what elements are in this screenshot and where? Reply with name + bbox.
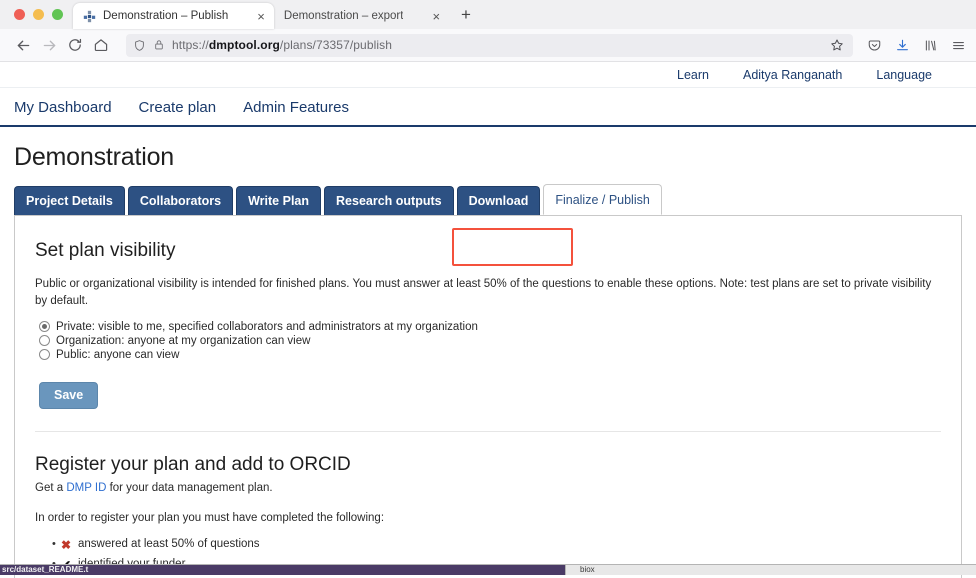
background-app-tab-readme[interactable]: src/dataset_README.t [0, 564, 565, 575]
dmptool-logo-icon [83, 10, 96, 22]
radio-label-private[interactable]: Private: visible to me, specified collab… [56, 321, 478, 333]
radio-option-public[interactable]: Public: anyone can view [39, 348, 941, 362]
main-nav: My Dashboard Create plan Admin Features [0, 88, 976, 127]
plan-tab-bar: Project Details Collaborators Write Plan… [0, 182, 976, 215]
orcid-heading: Register your plan and add to ORCID [35, 453, 351, 475]
toplink-language[interactable]: Language [876, 68, 932, 82]
radio-option-private[interactable]: Private: visible to me, specified collab… [39, 320, 941, 334]
toplink-user-account[interactable]: Aditya Ranganath [743, 68, 842, 82]
radio-label-organization[interactable]: Organization: anyone at my organization … [56, 335, 310, 347]
browser-tab-title: Demonstration – export [283, 10, 404, 22]
back-icon[interactable] [10, 32, 36, 58]
utility-nav: Learn Aditya Ranganath Language [0, 62, 976, 88]
library-icon[interactable] [923, 38, 938, 53]
forward-icon[interactable] [36, 32, 62, 58]
tab-research-outputs[interactable]: Research outputs [324, 186, 454, 215]
download-icon[interactable] [895, 38, 910, 53]
orcid-lead-prefix: Get a [35, 481, 67, 494]
star-icon[interactable] [830, 38, 846, 52]
tab-write-plan[interactable]: Write Plan [236, 186, 322, 215]
radio-button-organization[interactable] [39, 335, 50, 346]
nav-create-plan[interactable]: Create plan [139, 99, 217, 116]
dmp-id-link[interactable]: DMP ID [66, 482, 106, 494]
tab-download[interactable]: Download [456, 186, 541, 215]
visibility-radio-group: Private: visible to me, specified collab… [35, 320, 941, 362]
cross-icon: ✖ [61, 538, 72, 553]
browser-tab-publish[interactable]: Demonstration – Publish × [73, 3, 274, 29]
background-app-strip: src/dataset_README.t biox [0, 564, 976, 575]
browser-window: Demonstration – Publish × Demonstration … [0, 0, 976, 578]
visibility-description: Public or organizational visibility is i… [35, 278, 932, 308]
url-bar[interactable]: https://dmptool.org/plans/73357/publish [126, 33, 853, 57]
checklist-item: ✖ answered at least 50% of questions [52, 535, 941, 555]
radio-button-public[interactable] [39, 349, 50, 360]
home-icon[interactable] [88, 32, 114, 58]
shield-icon [133, 39, 146, 52]
pocket-icon[interactable] [867, 38, 882, 53]
new-tab-button[interactable]: + [449, 6, 481, 29]
radio-label-public[interactable]: Public: anyone can view [56, 349, 179, 361]
browser-tab-export[interactable]: Demonstration – export × [274, 3, 449, 29]
nav-admin-features[interactable]: Admin Features [243, 99, 349, 116]
lock-icon [153, 39, 165, 51]
background-app-tab-biox[interactable]: biox [565, 564, 976, 575]
radio-button-private[interactable] [39, 321, 50, 332]
minimize-window-button[interactable] [33, 9, 44, 20]
save-button[interactable]: Save [39, 381, 99, 409]
page-title: Demonstration [14, 143, 174, 171]
toplink-learn[interactable]: Learn [677, 68, 709, 82]
close-window-button[interactable] [14, 9, 25, 20]
orcid-lead: Get a DMP ID for your data management pl… [35, 480, 941, 498]
browser-tab-strip: Demonstration – Publish × Demonstration … [0, 0, 976, 29]
radio-option-organization[interactable]: Organization: anyone at my organization … [39, 334, 941, 348]
nav-my-dashboard[interactable]: My Dashboard [14, 99, 112, 116]
close-tab-button[interactable]: × [432, 10, 440, 23]
page-content: Learn Aditya Ranganath Language My Dashb… [0, 62, 976, 578]
tab-project-details[interactable]: Project Details [14, 186, 125, 215]
orcid-lead-suffix: for your data management plan. [106, 481, 273, 494]
browser-toolbar-icons [861, 38, 966, 53]
finalize-publish-panel: Set plan visibility Public or organizati… [14, 215, 962, 578]
orcid-intro: In order to register your plan you must … [35, 512, 385, 525]
tab-finalize-publish[interactable]: Finalize / Publish [543, 184, 662, 215]
tab-collaborators[interactable]: Collaborators [127, 186, 234, 215]
browser-nav-bar: https://dmptool.org/plans/73357/publish [0, 29, 976, 62]
menu-icon[interactable] [951, 38, 966, 53]
browser-tab-title: Demonstration – Publish [103, 10, 229, 22]
set-plan-visibility-heading: Set plan visibility [35, 240, 176, 261]
reload-icon[interactable] [62, 32, 88, 58]
window-controls [8, 9, 73, 29]
url-text: https://dmptool.org/plans/73357/publish [172, 38, 393, 52]
maximize-window-button[interactable] [52, 9, 63, 20]
close-tab-button[interactable]: × [257, 10, 265, 23]
checklist-item-text: answered at least 50% of questions [78, 538, 260, 551]
